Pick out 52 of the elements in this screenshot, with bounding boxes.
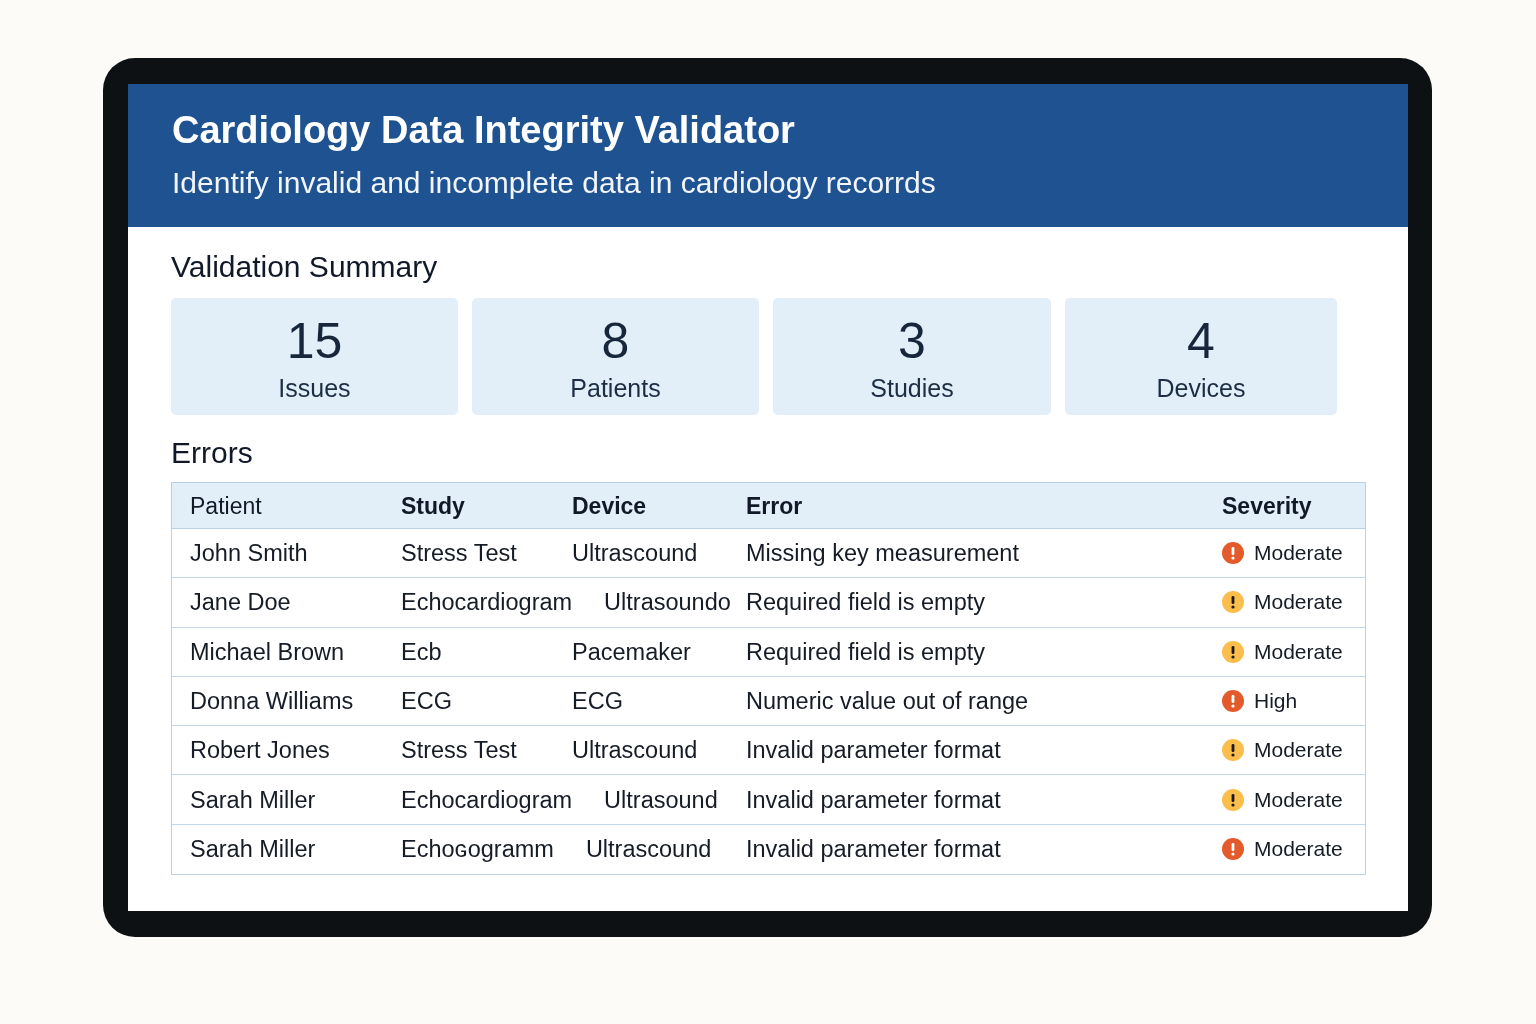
severity-label: High <box>1254 688 1298 715</box>
summary-value: 15 <box>286 313 343 369</box>
table-cell: Numeric value out of range <box>746 687 1029 716</box>
table-cell: Sarah Miller <box>190 835 316 864</box>
severity-label: Moderate <box>1254 786 1343 813</box>
section-title: Validation Summary <box>171 249 438 285</box>
summary-value: 8 <box>601 313 630 369</box>
table-cell: Donna Williams <box>190 687 354 716</box>
table-cell: Ultrascound <box>585 835 712 864</box>
table-cell: ECG <box>572 687 623 716</box>
column-header: Device <box>572 491 647 520</box>
severity-label: Moderate <box>1254 737 1343 764</box>
table-cell: Jane Doe <box>190 588 291 617</box>
summary-value: 3 <box>898 313 926 369</box>
severity-label: Moderate <box>1254 836 1343 863</box>
severity-label: Moderate <box>1254 638 1343 665</box>
summary-label: Studies <box>870 373 954 403</box>
table-cell: Invalid parameter format <box>746 835 1001 864</box>
table-cell: Robert Jones <box>190 736 330 765</box>
column-header: Study <box>401 491 465 520</box>
severity-label: Moderate <box>1254 540 1343 567</box>
table-cell: Missing key measurement <box>746 539 1019 568</box>
table-cell: Ultrascound <box>572 736 698 765</box>
column-header: Error <box>746 491 803 520</box>
table-cell: Pacemaker <box>572 637 691 666</box>
table-cell: Required field is empty <box>746 588 986 617</box>
summary-label: Issues <box>278 373 351 403</box>
section-title: Errors <box>171 435 253 471</box>
table-cell: Invalid parameter format <box>746 736 1001 765</box>
severity-label: Moderate <box>1254 589 1343 616</box>
app-subtitle: Identify invalid and incomplete data in cardiology recorrds <box>172 165 936 201</box>
table-cell: Stress Test <box>401 736 517 765</box>
summary-label: Devices <box>1156 373 1246 403</box>
column-header: Severity <box>1222 491 1312 520</box>
table-cell: Stress Test <box>401 539 517 568</box>
table-cell: ECG <box>401 687 452 716</box>
column-header: Patient <box>190 491 262 520</box>
table-cell: Sarah Miller <box>190 785 316 814</box>
table-cell: Echocardiogram <box>401 785 573 814</box>
app-title: Cardiology Data Integrity Validator <box>172 108 795 153</box>
table-cell: Invalid parameter format <box>746 785 1001 814</box>
summary-label: Patients <box>570 373 661 403</box>
table-cell: Ultrasound <box>604 785 718 814</box>
table-cell: Ecb <box>401 637 442 666</box>
table-cell: Echocardiogram <box>401 588 573 617</box>
table-cell: Michael Brown <box>190 637 345 666</box>
summary-value: 4 <box>1187 313 1215 369</box>
table-cell: Required field is empty <box>746 637 986 666</box>
table-cell: John Smith <box>190 539 308 568</box>
table-cell: Echoɢogramm <box>401 835 554 864</box>
table-cell: Ultrasoundo <box>604 588 731 617</box>
table-cell: Ultrascound <box>572 539 698 568</box>
